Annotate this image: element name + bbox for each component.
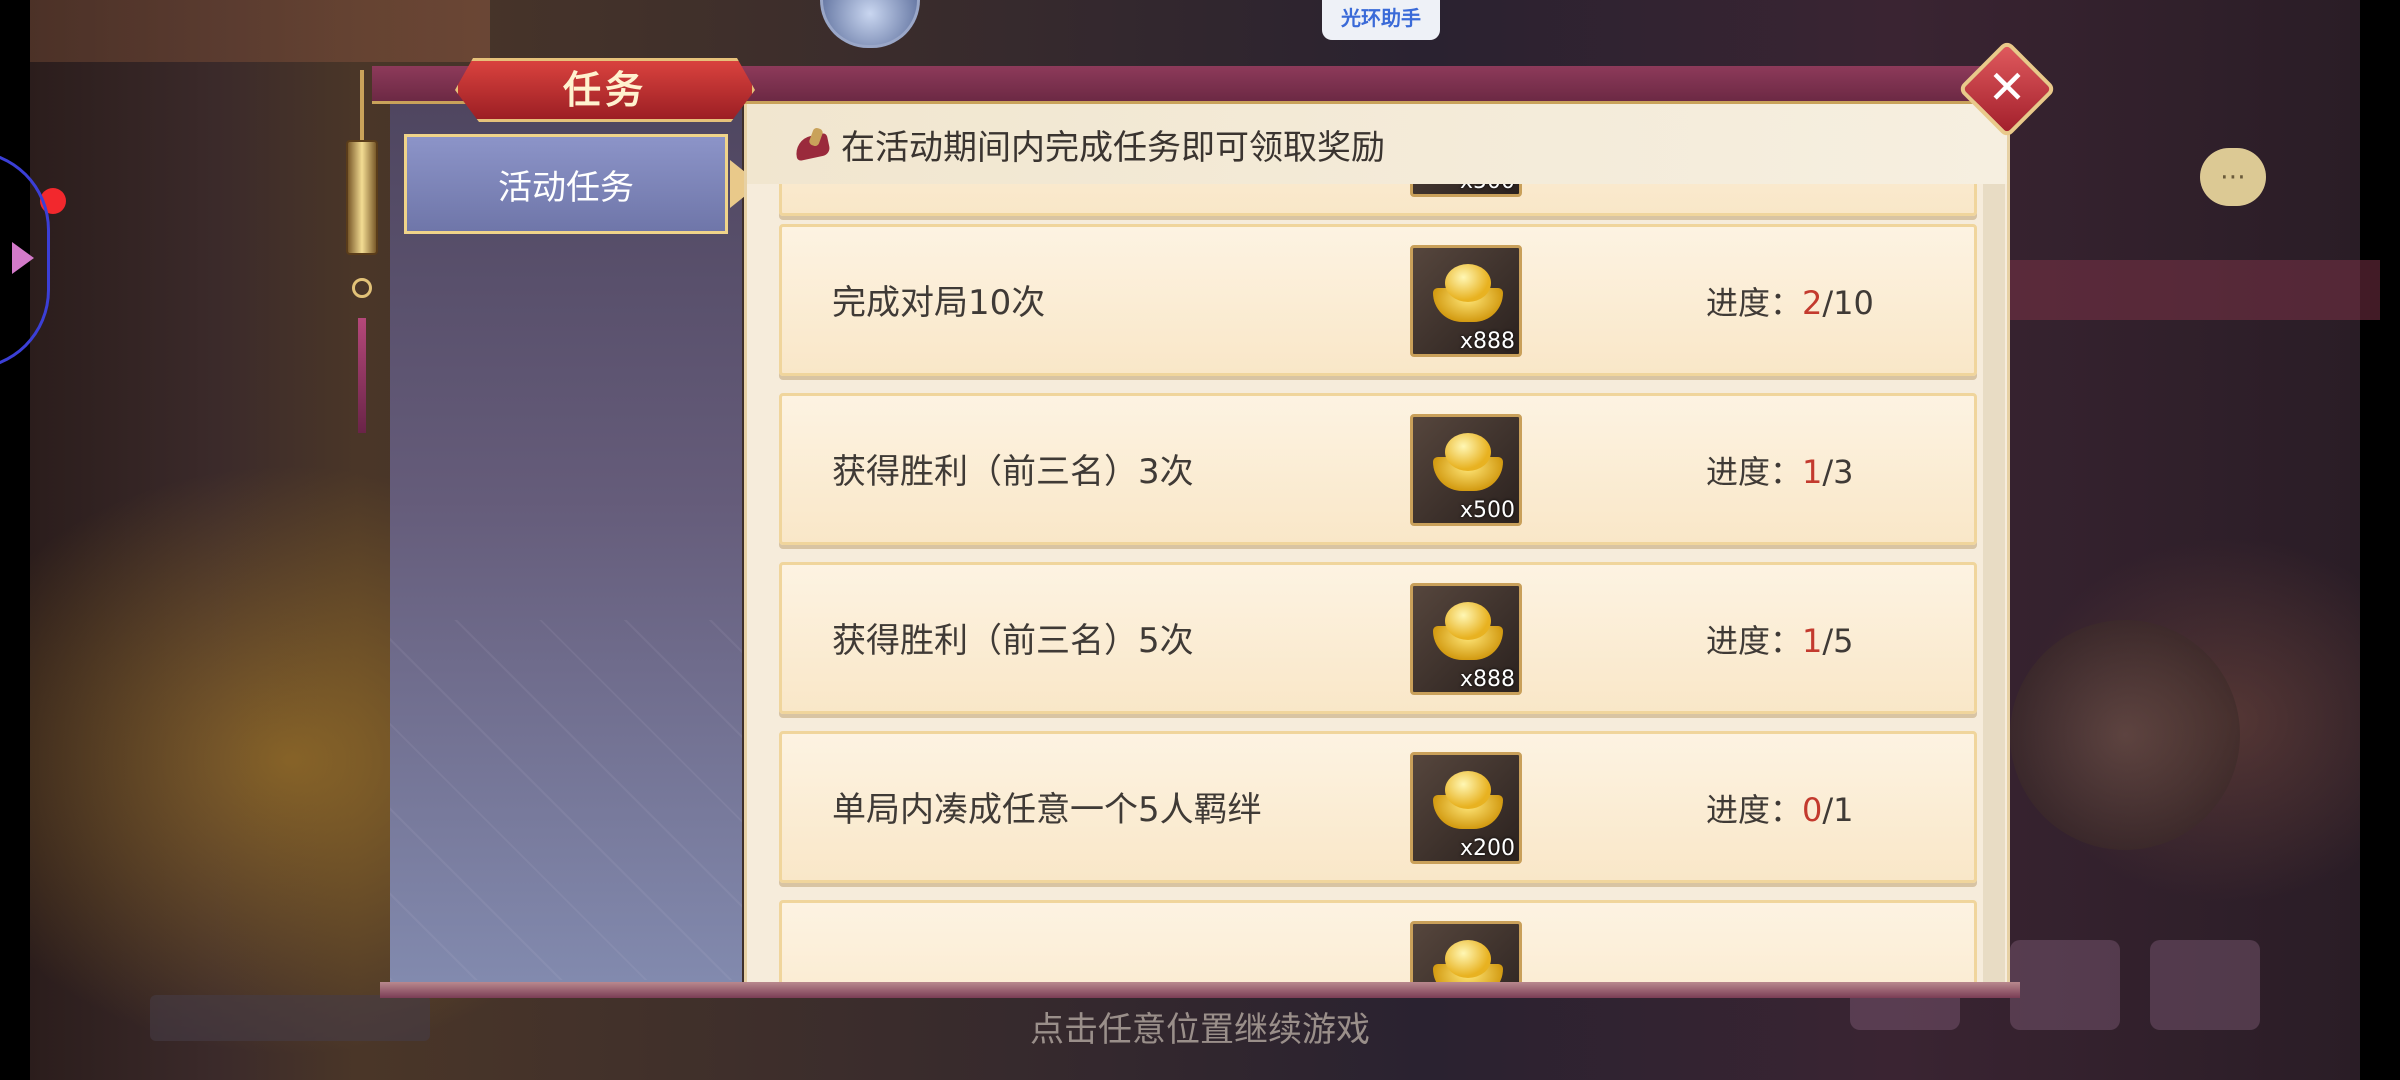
task-name: 获得胜利（前三名）3次 (832, 452, 1194, 492)
gold-ingot-icon (1429, 940, 1507, 982)
task-progress: 进度：1/5 (1706, 565, 1854, 717)
side-tab-activity-tasks[interactable]: 活动任务 (404, 134, 728, 234)
play-arrow-icon[interactable] (12, 242, 34, 274)
reward-count: x888 (1459, 329, 1515, 354)
task-card (779, 900, 1977, 982)
header-text: 在活动期间内完成任务即可领取奖励 (841, 127, 1385, 168)
panel-decoration (390, 620, 742, 980)
task-card: 单局内凑成任意一个5人羁绊 x200 进度：0/1 (779, 731, 1977, 883)
reward-item[interactable]: x200 (1410, 752, 1522, 864)
tassel-icon (358, 318, 366, 433)
background-back-button (150, 995, 430, 1041)
ring-icon (352, 278, 372, 298)
gold-ingot-icon (1429, 602, 1507, 662)
progress-label: 进度： (1706, 453, 1803, 491)
task-card: 获得胜利（前三名）3次 x500 进度：1/3 (779, 393, 1977, 545)
reward-count: x500 (1460, 184, 1515, 194)
gold-ingot-icon (1429, 771, 1507, 831)
gold-ingot-icon (1429, 433, 1507, 493)
background-menu-icon (2150, 940, 2260, 1030)
task-name: 完成对局10次 (832, 283, 1046, 323)
task-content-panel: 在活动期间内完成任务即可领取奖励 x500 完成对局10次 x888 进度：2/… (744, 104, 2010, 982)
progress-label: 进度： (1706, 284, 1803, 322)
reward-item[interactable] (1410, 921, 1522, 982)
task-list[interactable]: x500 完成对局10次 x888 进度：2/10 获得胜利（前三名）3次 x5… (747, 184, 2007, 982)
task-card: x500 (779, 184, 1977, 216)
background-emblem (2010, 620, 2240, 850)
close-icon[interactable]: ✕ (1972, 54, 2042, 124)
task-progress: 进度：1/3 (1706, 396, 1854, 548)
background-menu-icon (2010, 940, 2120, 1030)
reward-item[interactable]: x500 (1410, 414, 1522, 526)
assistant-tag[interactable]: 光环助手 (1322, 0, 1440, 40)
reward-item[interactable]: x500 (1410, 184, 1522, 197)
task-card: 完成对局10次 x888 进度：2/10 (779, 224, 1977, 376)
task-header: 在活动期间内完成任务即可领取奖励 (747, 104, 2007, 184)
dialog-title: 任务 (562, 67, 647, 112)
task-name: 单局内凑成任意一个5人羁绊 (832, 790, 1262, 830)
shoe-icon (791, 122, 835, 166)
lantern-icon (346, 140, 378, 255)
reward-item[interactable]: x888 (1410, 583, 1522, 695)
reward-count: x200 (1459, 836, 1515, 861)
progress-label: 进度： (1706, 791, 1803, 829)
progress-total: /5 (1822, 622, 1854, 660)
progress-current: 0 (1802, 791, 1823, 829)
continue-hint[interactable]: 点击任意位置继续游戏 (1030, 1002, 1370, 1051)
background-top-banner (30, 0, 490, 62)
gold-ingot-icon (1429, 264, 1507, 324)
chat-bubble-icon[interactable]: ⋯ (2200, 148, 2266, 206)
scrollbar[interactable] (1983, 184, 2005, 982)
progress-total: /1 (1822, 791, 1854, 829)
hanger-rod (360, 70, 364, 145)
reward-count: x888 (1459, 667, 1515, 692)
task-progress: 进度：0/1 (1706, 734, 1854, 886)
task-progress: 进度：2/10 (1706, 227, 1874, 379)
dialog-bottom-border (380, 982, 2020, 998)
side-tab-label: 活动任务 (498, 167, 634, 208)
reward-count: x500 (1459, 498, 1515, 523)
progress-label: 进度： (1706, 622, 1803, 660)
progress-total: /3 (1822, 453, 1854, 491)
progress-total: /10 (1822, 284, 1874, 322)
task-name: 获得胜利（前三名）5次 (832, 621, 1194, 661)
task-card: 获得胜利（前三名）5次 x888 进度：1/5 (779, 562, 1977, 714)
progress-current: 1 (1802, 453, 1823, 491)
progress-current: 2 (1802, 284, 1823, 322)
progress-current: 1 (1802, 622, 1823, 660)
background-season-band (2000, 260, 2380, 320)
reward-item[interactable]: x888 (1410, 245, 1522, 357)
